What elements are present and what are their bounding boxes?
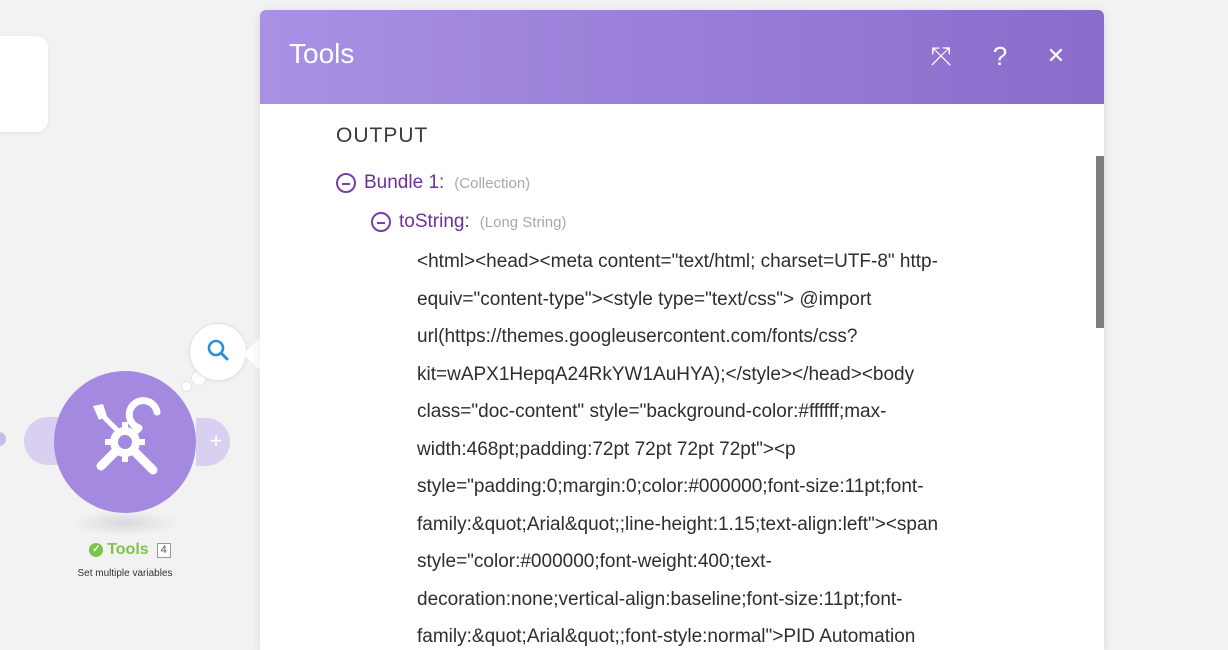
inspect-output-bubble[interactable] bbox=[189, 323, 247, 381]
value-line: family:&quot;Arial&quot;;line-height:1.1… bbox=[417, 513, 939, 535]
value-line: class="doc-content" style="background-co… bbox=[417, 401, 887, 422]
field-key: toString: bbox=[399, 211, 470, 232]
collapse-icon[interactable] bbox=[336, 173, 356, 193]
output-heading: OUTPUT bbox=[336, 124, 429, 147]
module-label: ✓ Tools 4 bbox=[70, 541, 190, 559]
output-panel: Tools ⤧ ? ✕ OUTPUT Bundle 1: (Collection… bbox=[260, 10, 1104, 650]
value-line: <html><head><meta content="text/html; ch… bbox=[417, 251, 938, 272]
bubble-dot-small bbox=[181, 381, 192, 392]
value-line: width:468pt;padding:72pt 72pt 72pt 72pt"… bbox=[417, 438, 796, 460]
module-shadow bbox=[70, 510, 180, 536]
search-icon[interactable] bbox=[206, 338, 230, 367]
tools-icon bbox=[77, 394, 173, 490]
collapse-icon[interactable] bbox=[371, 212, 391, 232]
field-row: toString: (Long String) bbox=[371, 211, 566, 233]
help-button[interactable]: ? bbox=[985, 40, 1015, 72]
module-name: Tools bbox=[107, 541, 149, 558]
value-line: style="color:#000000;font-weight:400;tex… bbox=[417, 551, 772, 572]
bundle-row: Bundle 1: (Collection) bbox=[336, 172, 530, 194]
adjacent-module-card[interactable] bbox=[0, 36, 48, 132]
panel-pointer bbox=[243, 338, 260, 370]
scrollbar-thumb[interactable] bbox=[1096, 156, 1104, 328]
plus-icon[interactable]: + bbox=[206, 430, 226, 452]
panel-header: Tools ⤧ ? ✕ bbox=[260, 10, 1104, 104]
value-line: decoration:none;vertical-align:baseline;… bbox=[417, 588, 903, 610]
close-button[interactable]: ✕ bbox=[1041, 40, 1071, 72]
value-line: family:&quot;Arial&quot;;font-style:norm… bbox=[417, 626, 916, 647]
field-type: (Long String) bbox=[479, 213, 567, 231]
expand-icon[interactable]: ⤧ bbox=[926, 40, 956, 72]
value-line: kit=wAPX1HepqA24RkYW1AuHYA);</style></he… bbox=[417, 363, 915, 385]
bundle-key: Bundle 1: bbox=[364, 172, 445, 193]
value-line: url(https://themes.googleusercontent.com… bbox=[417, 326, 858, 347]
value-line: style="padding:0;margin:0;color:#000000;… bbox=[417, 476, 924, 497]
value-line: equiv="content-type"><style type="text/c… bbox=[417, 288, 872, 310]
left-connector-dot bbox=[0, 432, 6, 446]
field-value: <html><head><meta content="text/html; ch… bbox=[417, 243, 1077, 650]
panel-title: Tools bbox=[289, 38, 355, 69]
tools-module[interactable] bbox=[54, 371, 196, 513]
module-count-badge: 4 bbox=[156, 542, 171, 558]
module-description: Set multiple variables bbox=[77, 568, 173, 579]
check-circle-icon: ✓ bbox=[89, 543, 104, 557]
bundle-type: (Collection) bbox=[454, 174, 531, 192]
